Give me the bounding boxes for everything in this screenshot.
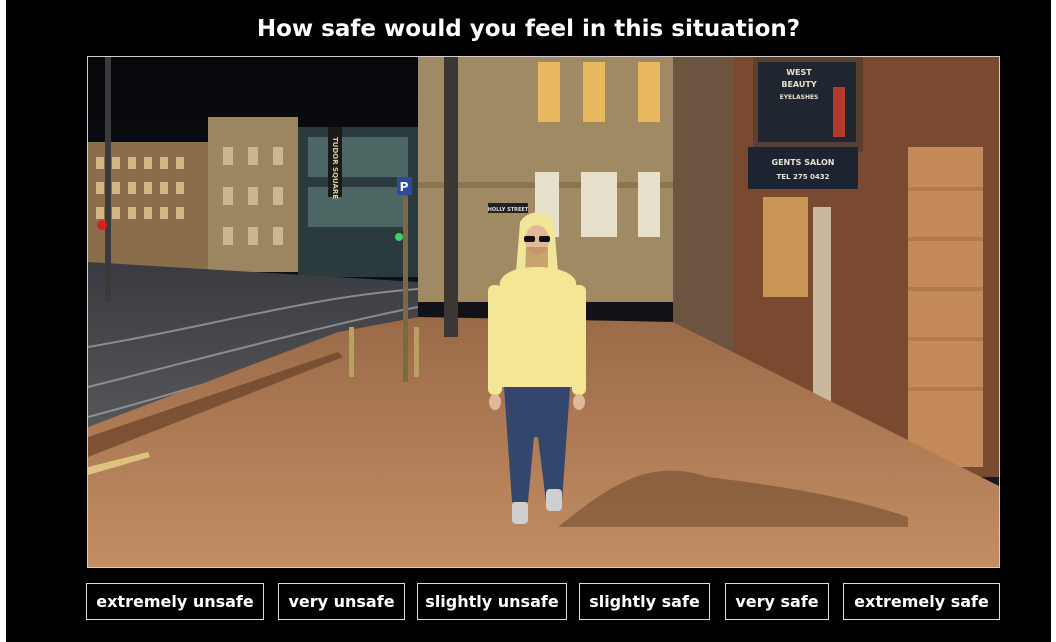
salon-sign-line2: TEL 275 0432 — [777, 173, 830, 181]
option-very-safe[interactable]: very safe — [725, 583, 829, 620]
option-extremely-safe[interactable]: extremely safe — [843, 583, 1000, 620]
option-slightly-unsafe[interactable]: slightly unsafe — [417, 583, 567, 620]
street-sign: HOLLY STREET — [488, 207, 529, 213]
salon-sign-line1: GENTS SALON — [772, 158, 835, 167]
option-very-unsafe[interactable]: very unsafe — [278, 583, 405, 620]
shop-sign-line3: EYELASHES — [780, 94, 819, 101]
option-extremely-unsafe[interactable]: extremely unsafe — [86, 583, 264, 620]
shop-sign-line2: BEAUTY — [781, 80, 816, 89]
night-street-illustration: TUDOR SQUARE HOLLY STREET WEST BEAUTY EY… — [88, 57, 999, 567]
survey-frame: How safe would you feel in this situatio… — [6, 0, 1051, 642]
lamp-post — [105, 57, 111, 302]
answer-options: extremely unsafe very unsafe slightly un… — [6, 583, 1051, 621]
vertical-building-sign: TUDOR SQUARE — [331, 137, 339, 199]
option-slightly-safe[interactable]: slightly safe — [579, 583, 710, 620]
question-title: How safe would you feel in this situatio… — [256, 16, 801, 42]
shop-sign-line1: WEST — [786, 68, 812, 77]
barber-pole — [833, 87, 845, 137]
salon-sign-board — [748, 147, 858, 189]
stone-pillar — [908, 147, 983, 467]
street-pole — [444, 57, 458, 337]
scene-photo: TUDOR SQUARE HOLLY STREET WEST BEAUTY EY… — [87, 56, 1000, 568]
parking-sign: P — [400, 180, 409, 194]
